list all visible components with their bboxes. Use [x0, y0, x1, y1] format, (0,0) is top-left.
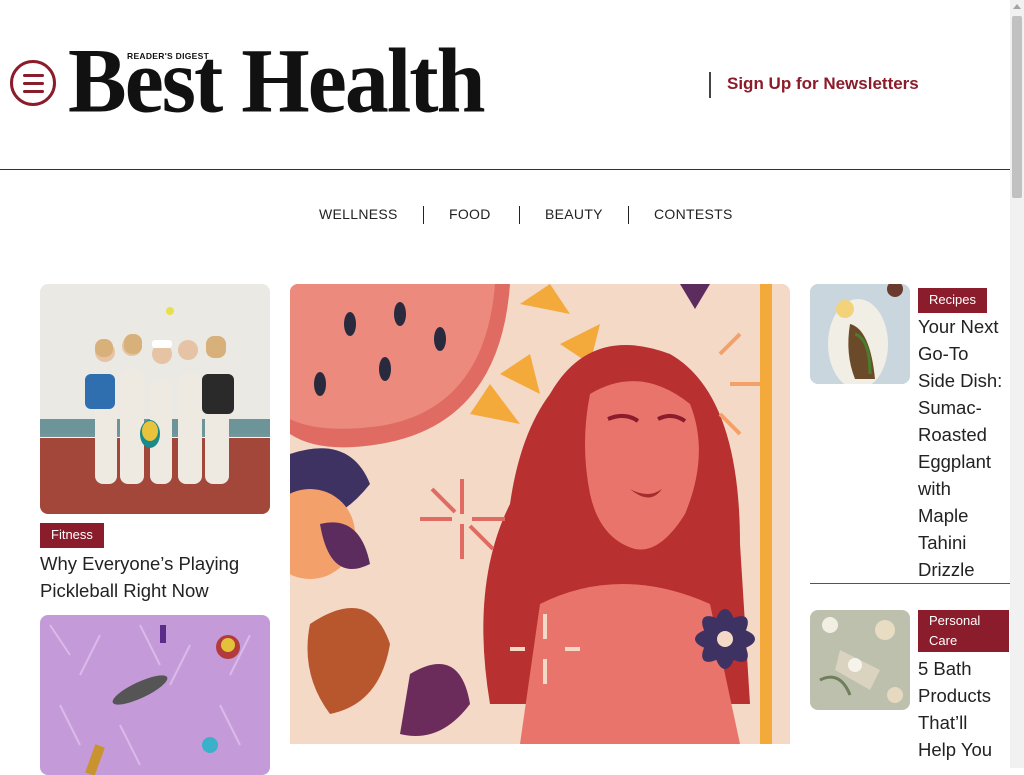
headline-line: Sumac-: [918, 397, 982, 418]
headline-line: 5 Bath: [918, 658, 972, 679]
headline-line: Roasted: [918, 424, 987, 445]
category-tag-fitness[interactable]: Fitness: [40, 523, 104, 548]
scroll-up-arrow-icon[interactable]: [1013, 4, 1021, 9]
menu-icon-bar: [23, 90, 44, 93]
headline-line: Go-To: [918, 343, 969, 364]
nav-item-contests[interactable]: CONTESTS: [654, 206, 733, 222]
article-headline[interactable]: 5 Bath Products That’ll Help You: [918, 655, 1013, 763]
nav-item-wellness[interactable]: WELLNESS: [319, 206, 398, 222]
menu-button[interactable]: [10, 60, 56, 106]
beauty-products-photo[interactable]: [40, 615, 270, 775]
headline-line: Tahini: [918, 532, 967, 553]
woman-illustration: [290, 284, 790, 744]
headline-line: Eggplant: [918, 451, 992, 472]
headline-line: Pickleball Right Now: [40, 580, 209, 601]
nav-separator: [423, 206, 424, 224]
eggplant-image: [810, 284, 910, 384]
tag-line: Care: [929, 633, 958, 648]
headline-line: Products: [918, 685, 992, 706]
bath-flowers-image: [810, 610, 910, 710]
headline-line: Side Dish:: [918, 370, 1003, 391]
bath-products-photo[interactable]: [810, 610, 910, 710]
pickleball-photo[interactable]: [40, 284, 270, 514]
menu-icon-bar: [23, 82, 44, 85]
eggplant-recipe-photo[interactable]: [810, 284, 910, 384]
category-tag-personal-care[interactable]: Personal Care: [918, 610, 1009, 652]
page-scrollbar[interactable]: [1010, 0, 1024, 768]
header-divider: [709, 72, 711, 98]
header-divider-line: [0, 169, 1010, 170]
headline-line: That’ll: [918, 712, 968, 733]
nav-item-beauty[interactable]: BEAUTY: [545, 206, 603, 222]
site-logo[interactable]: Best Health: [68, 35, 486, 128]
newsletter-signup-link[interactable]: Sign Up for Newsletters: [727, 74, 919, 94]
scrollbar-thumb[interactable]: [1012, 16, 1022, 198]
headline-line: Your Next: [918, 316, 999, 337]
menu-icon-bar: [23, 74, 44, 77]
category-tag-recipes[interactable]: Recipes: [918, 288, 987, 313]
headline-line: with: [918, 478, 951, 499]
article-divider: [810, 583, 1010, 584]
nav-item-food[interactable]: FOOD: [449, 206, 491, 222]
article-headline[interactable]: Your Next Go-To Side Dish: Sumac- Roaste…: [918, 313, 1013, 583]
main-nav: WELLNESS FOOD BEAUTY CONTESTS: [0, 206, 1010, 226]
purple-fur-image: [40, 615, 270, 775]
pickleball-image: [40, 284, 270, 514]
headline-line: Maple: [918, 505, 969, 526]
feature-illustration[interactable]: [290, 284, 790, 744]
nav-separator: [519, 206, 520, 224]
article-headline[interactable]: Why Everyone’s Playing Pickleball Right …: [40, 550, 280, 604]
headline-line: Drizzle: [918, 559, 975, 580]
headline-line: Help You: [918, 739, 993, 760]
headline-line: Why Everyone’s Playing: [40, 553, 240, 574]
nav-separator: [628, 206, 629, 224]
tag-line: Personal: [929, 613, 981, 628]
